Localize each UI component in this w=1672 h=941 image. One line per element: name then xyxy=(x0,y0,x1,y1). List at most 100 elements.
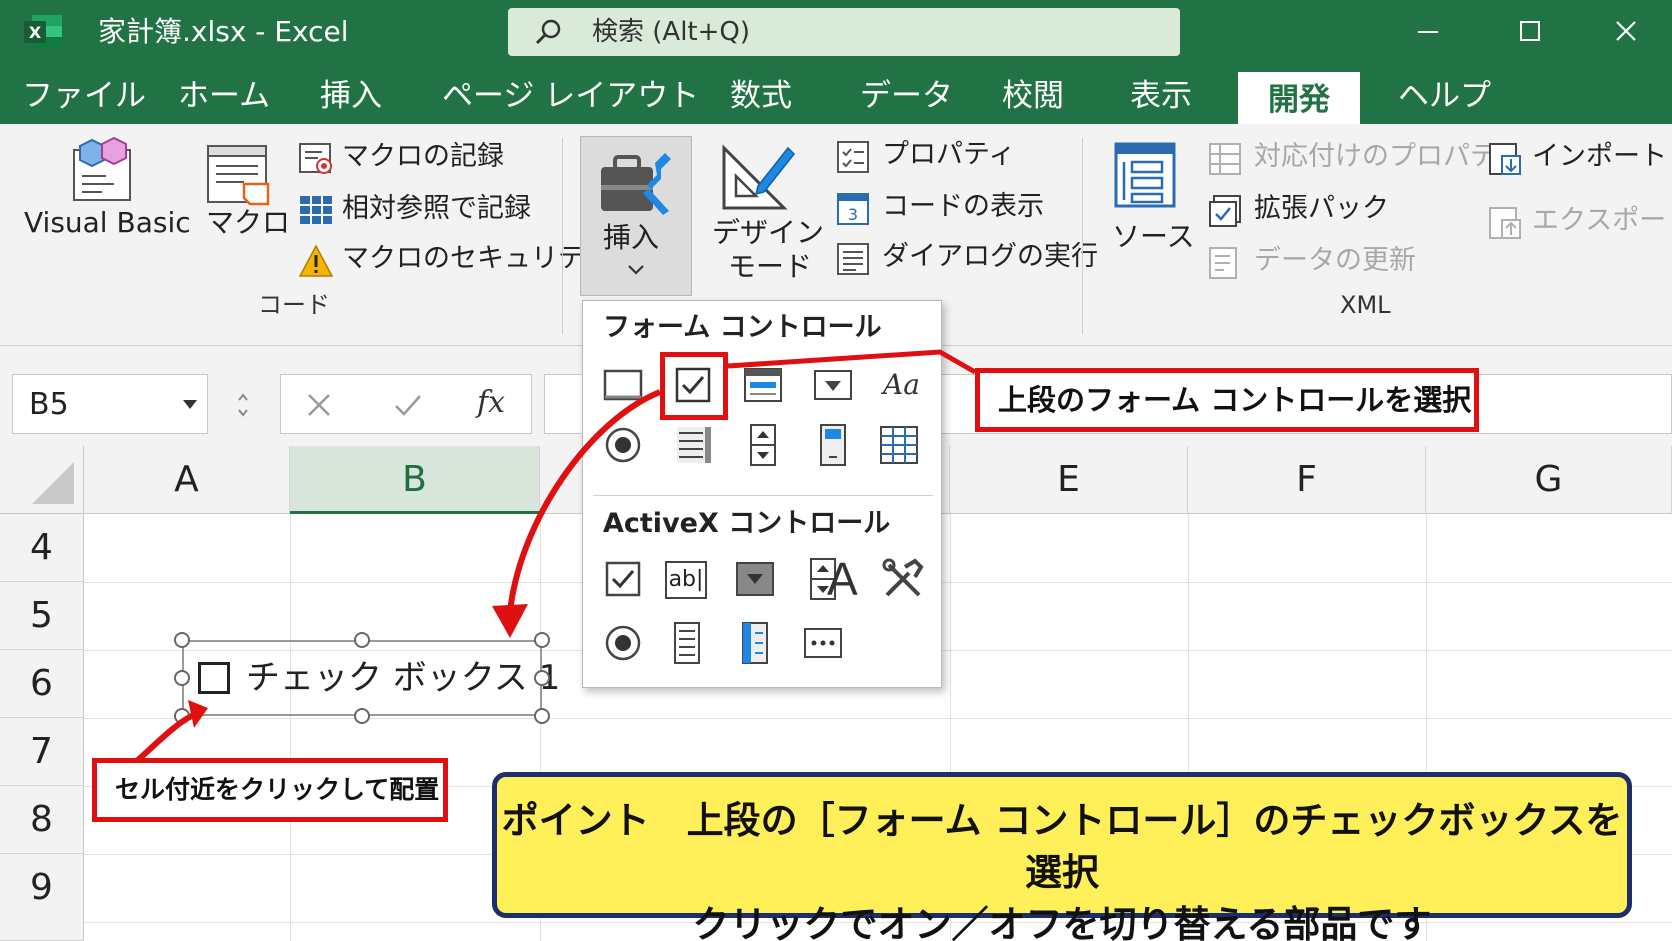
tab-help[interactable]: ヘルプ xyxy=(1398,72,1491,124)
resize-handle[interactable] xyxy=(354,708,370,724)
toolbox-icon xyxy=(601,153,671,215)
spin-button-control-icon[interactable] xyxy=(741,423,785,467)
export-icon xyxy=(1489,207,1521,239)
activex-option-button-icon[interactable] xyxy=(601,621,645,665)
dropdown-control-icon[interactable] xyxy=(811,363,855,407)
search-icon xyxy=(535,19,561,45)
insert-function-button[interactable]: fx xyxy=(477,385,505,421)
label-control-icon[interactable]: Aa xyxy=(883,365,920,405)
checkbox-label: チェック ボックス 1 xyxy=(246,658,561,698)
tab-review[interactable]: 校閲 xyxy=(1002,72,1064,124)
visual-basic-icon xyxy=(73,136,131,201)
map-properties-icon xyxy=(1209,143,1241,175)
resize-handle[interactable] xyxy=(174,670,190,686)
activex-more-icon[interactable] xyxy=(801,621,845,665)
tab-home[interactable]: ホーム xyxy=(178,72,270,124)
column-header-f[interactable]: F xyxy=(1188,446,1426,514)
callout-select-form-control: 上段のフォーム コントロールを選択 xyxy=(975,368,1479,432)
row-header-6[interactable]: 6 xyxy=(0,650,84,718)
tab-insert[interactable]: 挿入 xyxy=(320,72,382,124)
point-note-line1: ポイント 上段の［フォーム コントロール］のチェックボックスを選択 xyxy=(501,799,1623,894)
macro-button[interactable]: マクロ xyxy=(206,206,290,240)
column-header-g[interactable]: G xyxy=(1426,446,1672,514)
macro-security-button[interactable]: マクロのセキュリティ xyxy=(342,242,610,276)
cancel-icon[interactable] xyxy=(305,391,333,419)
gallery-separator xyxy=(593,495,933,496)
relative-reference-icon xyxy=(300,196,332,224)
select-all-corner[interactable] xyxy=(0,446,84,514)
row-header-7[interactable]: 7 xyxy=(0,718,84,786)
list-box-control-icon[interactable] xyxy=(671,423,715,467)
activex-text-box-icon[interactable]: ab| xyxy=(665,561,707,599)
title-bar: X 家計簿.xlsx - Excel 検索 (Alt+Q) xyxy=(0,0,1672,64)
group-label-xml: XML xyxy=(1340,291,1391,319)
svg-text:X: X xyxy=(29,23,42,42)
design-mode-icon xyxy=(722,144,796,210)
activex-label-icon[interactable]: A xyxy=(827,553,858,605)
activex-list-box-icon[interactable] xyxy=(665,621,709,665)
tab-file[interactable]: ファイル xyxy=(22,72,146,124)
form-controls-heading: フォーム コントロール xyxy=(603,312,882,343)
name-box[interactable]: B5 xyxy=(12,374,208,434)
design-mode-line2[interactable]: モード xyxy=(728,250,812,284)
resize-handle[interactable] xyxy=(534,632,550,648)
close-icon[interactable] xyxy=(1606,12,1646,52)
form-checkbox-object[interactable]: チェック ボックス 1 xyxy=(182,640,560,716)
more-controls-tools-icon[interactable] xyxy=(881,557,925,601)
properties-button[interactable]: プロパティ xyxy=(882,138,1015,172)
resize-handle[interactable] xyxy=(174,708,190,724)
tab-developer[interactable]: 開発 xyxy=(1238,72,1360,124)
button-control-icon[interactable] xyxy=(601,363,645,407)
dropdown-arrow-icon[interactable] xyxy=(181,397,199,411)
macro-icon xyxy=(207,145,270,206)
option-button-control-icon[interactable] xyxy=(601,423,645,467)
row-header-9[interactable]: 9 xyxy=(0,854,84,941)
tab-formulas[interactable]: 数式 xyxy=(730,72,792,124)
resize-handle[interactable] xyxy=(174,632,190,648)
search-box[interactable]: 検索 (Alt+Q) xyxy=(508,8,1180,56)
point-note-line2: クリックでオン／オフを切り替える部品です xyxy=(692,903,1432,941)
excel-logo-icon: X xyxy=(24,15,62,49)
controls-gallery: フォーム コントロール Aa ActiveX コントロール ab| A xyxy=(582,300,942,688)
tab-data[interactable]: データ xyxy=(860,72,953,124)
design-mode-line1[interactable]: デザイン xyxy=(712,216,824,250)
import-button[interactable]: インポート xyxy=(1532,140,1667,174)
tab-page-layout[interactable]: ページ レイアウト xyxy=(442,72,699,124)
resize-handle[interactable] xyxy=(534,670,550,686)
confirm-icon[interactable] xyxy=(393,391,423,419)
column-header-e[interactable]: E xyxy=(950,446,1188,514)
expansion-packs-button[interactable]: 拡張パック xyxy=(1254,192,1389,226)
checkbox-square[interactable] xyxy=(198,662,230,694)
tab-view[interactable]: 表示 xyxy=(1130,72,1192,124)
record-macro-button[interactable]: マクロの記録 xyxy=(342,140,504,174)
column-header-b[interactable]: B xyxy=(290,446,540,514)
highlight-checkbox-control xyxy=(660,352,728,420)
row-header-5[interactable]: 5 xyxy=(0,582,84,650)
activex-scroll-bar-icon[interactable] xyxy=(733,621,777,665)
resize-handle[interactable] xyxy=(534,708,550,724)
resize-handle[interactable] xyxy=(354,632,370,648)
xml-source-button[interactable]: ソース xyxy=(1112,220,1195,254)
run-dialog-button[interactable]: ダイアログの実行 xyxy=(882,240,1098,274)
insert-controls-button[interactable]: 挿入 xyxy=(580,136,692,296)
maximize-icon[interactable] xyxy=(1510,12,1550,52)
relative-reference-button[interactable]: 相対参照で記録 xyxy=(342,192,531,226)
refresh-data-button: データの更新 xyxy=(1254,245,1416,276)
properties-icon xyxy=(837,141,869,173)
activex-combo-box-icon[interactable] xyxy=(733,557,777,601)
activex-controls-heading: ActiveX コントロール xyxy=(603,508,891,539)
svg-text:3: 3 xyxy=(848,205,858,224)
scroll-bar-control-icon[interactable] xyxy=(811,423,855,467)
combo-box-control-icon[interactable] xyxy=(741,363,785,407)
column-header-a[interactable]: A xyxy=(84,446,290,514)
group-box-control-icon[interactable] xyxy=(877,423,921,467)
activex-checkbox-icon[interactable] xyxy=(601,557,645,601)
gridline xyxy=(290,514,291,941)
minimize-icon[interactable] xyxy=(1408,12,1448,52)
resize-handle-icon[interactable] xyxy=(236,390,250,420)
row-header-4[interactable]: 4 xyxy=(0,514,84,582)
visual-basic-button[interactable]: Visual Basic xyxy=(24,206,191,240)
row-header-8[interactable]: 8 xyxy=(0,786,84,854)
xml-source-icon xyxy=(1114,142,1176,208)
view-code-button[interactable]: コードの表示 xyxy=(882,190,1044,224)
